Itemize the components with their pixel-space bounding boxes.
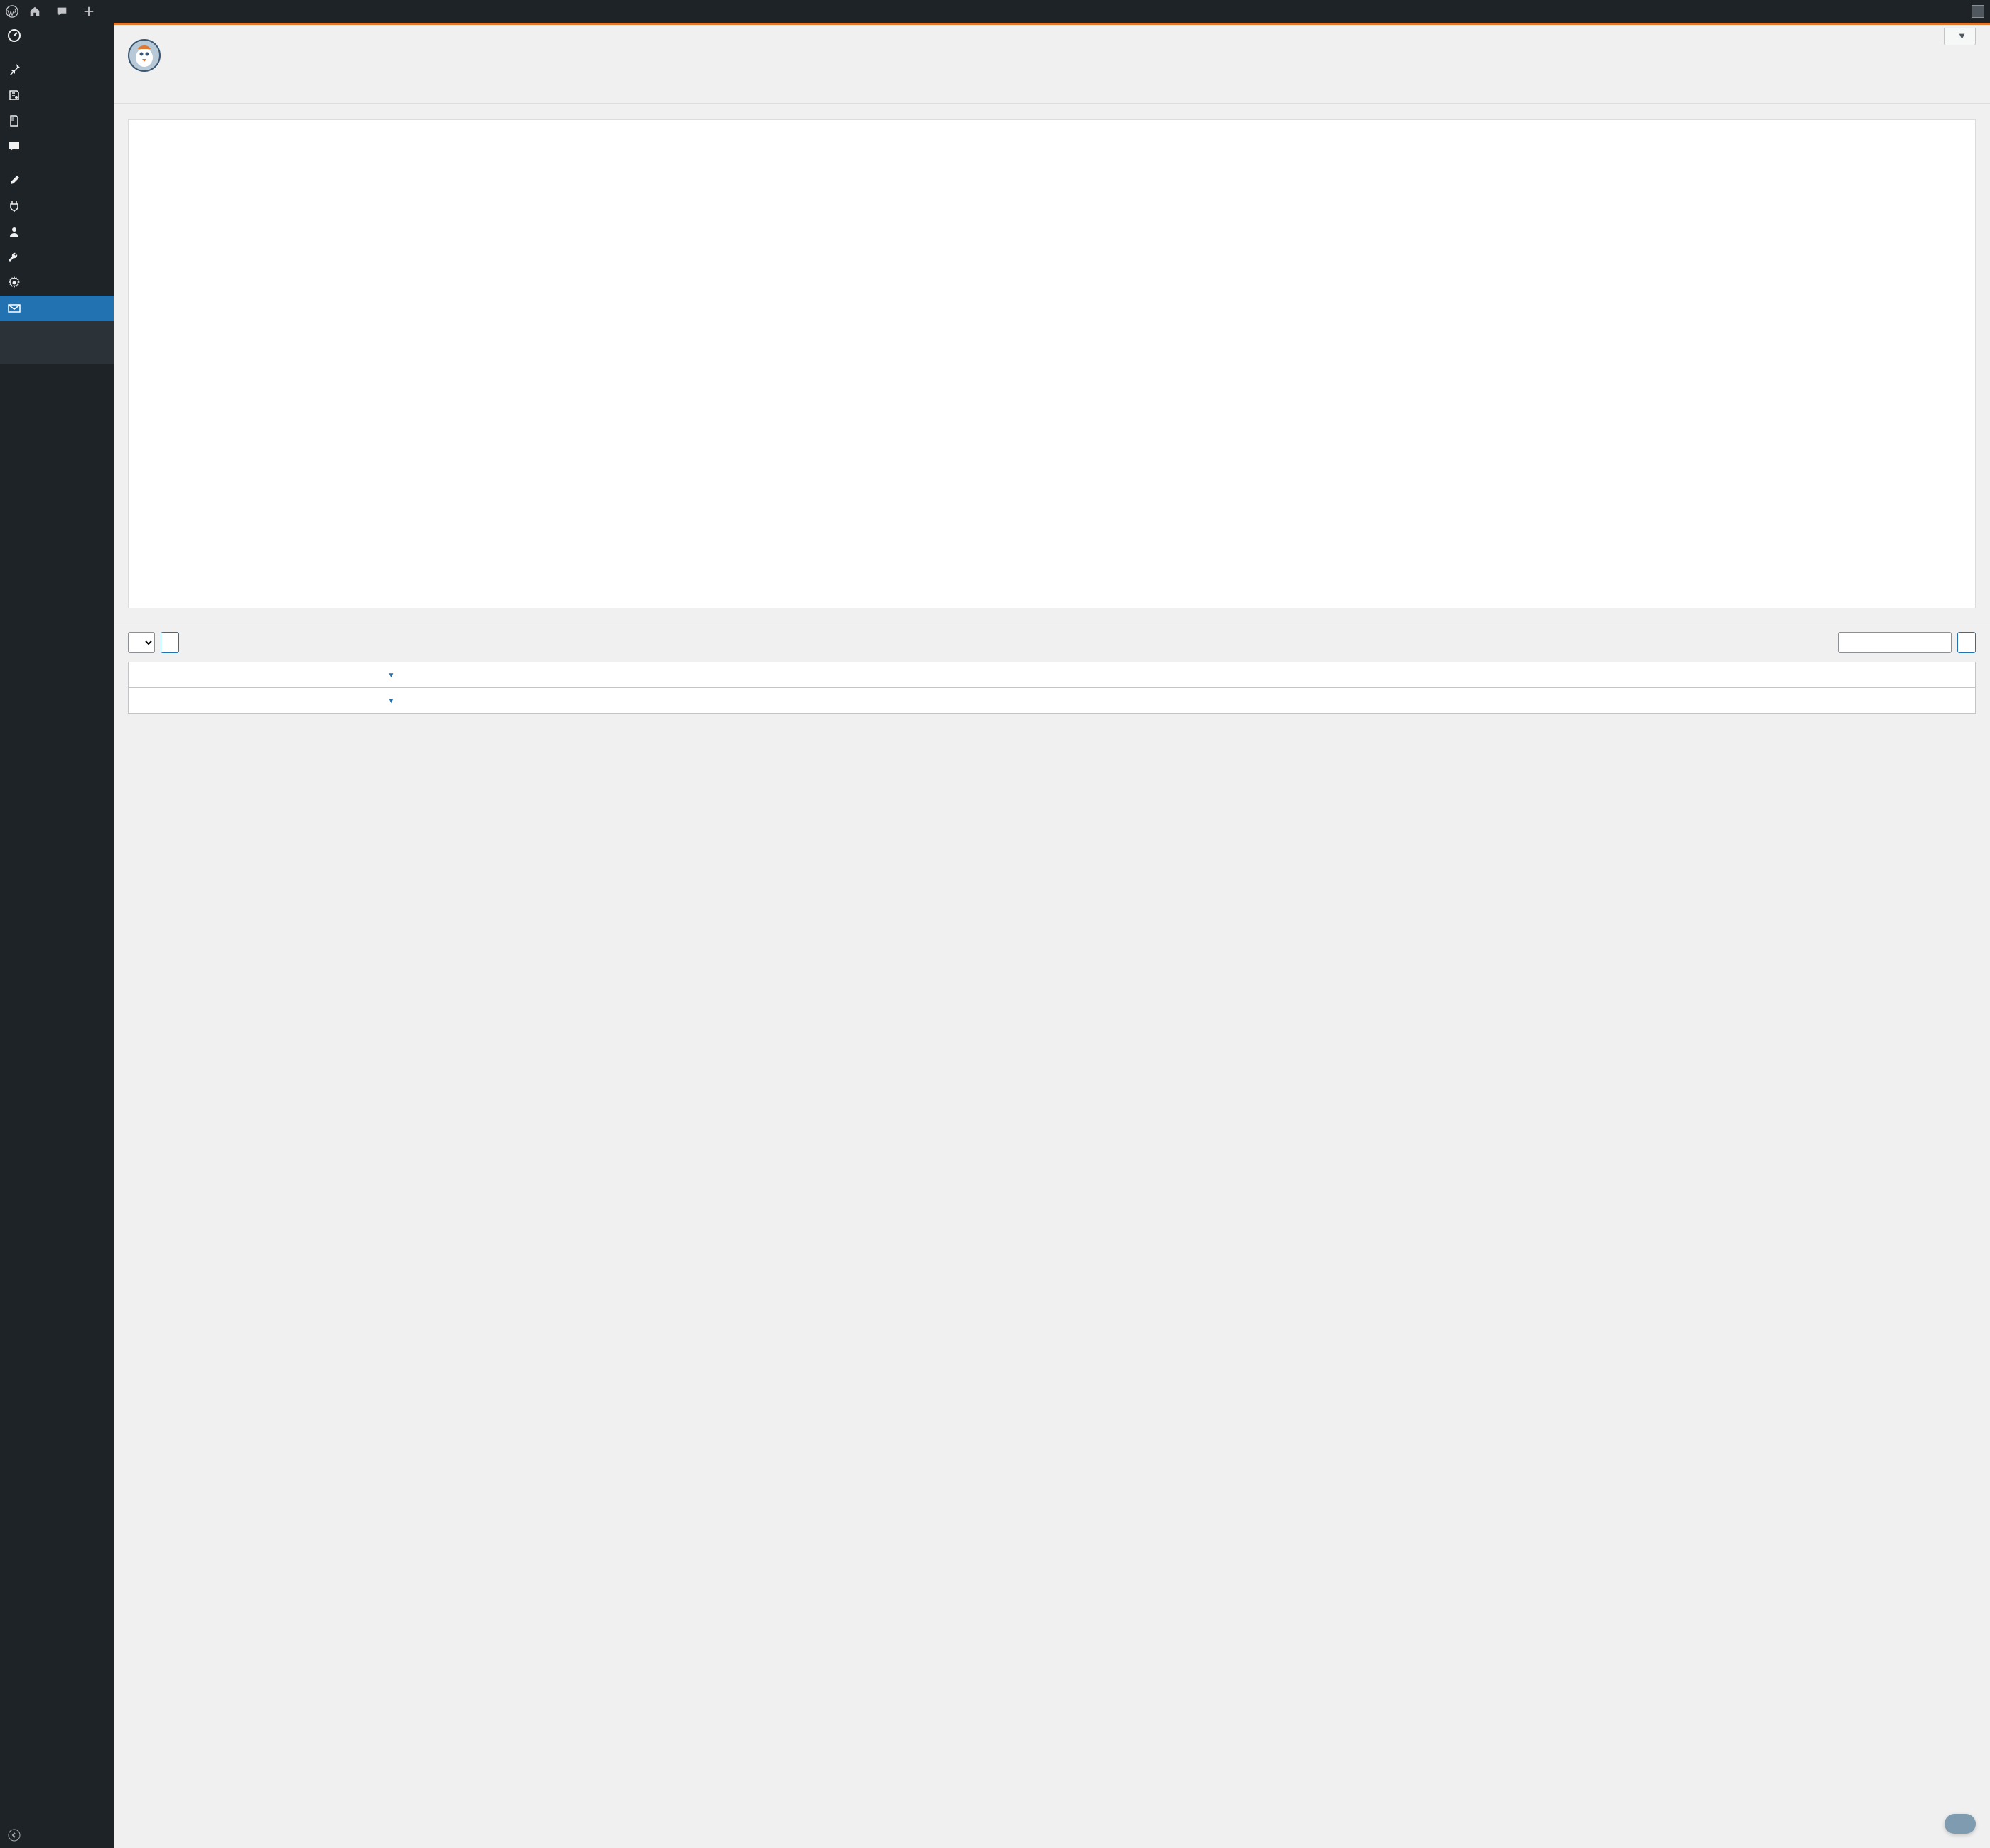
col-open-count[interactable] xyxy=(1239,688,1483,714)
wordpress-icon xyxy=(6,5,18,18)
col-subject[interactable] xyxy=(129,688,377,714)
collapse-menu-button[interactable] xyxy=(0,1822,114,1848)
filter-button[interactable] xyxy=(161,632,179,653)
col-open-count[interactable] xyxy=(1239,662,1483,688)
chart-panel xyxy=(114,103,1990,623)
sidebar-item-users[interactable] xyxy=(0,219,114,245)
dashboard-icon xyxy=(7,28,21,43)
comment-icon xyxy=(7,139,21,154)
col-total[interactable]: ▼ xyxy=(377,662,752,688)
wp-logo[interactable] xyxy=(6,5,18,18)
col-click-count[interactable] xyxy=(1483,688,1727,714)
comments-link[interactable] xyxy=(55,5,72,18)
site-name-link[interactable] xyxy=(28,5,45,18)
submenu-email-reports[interactable] xyxy=(0,338,114,347)
filter-row xyxy=(114,623,1990,662)
submenu-tools[interactable] xyxy=(0,347,114,355)
sidebar-item-comments[interactable] xyxy=(0,134,114,159)
sidebar-item-plugins[interactable] xyxy=(0,193,114,219)
search-input[interactable] xyxy=(1838,632,1952,653)
col-sent[interactable] xyxy=(752,688,996,714)
sidebar-item-media[interactable] xyxy=(0,82,114,108)
reports-table: ▼ ▼ xyxy=(128,662,1976,714)
comment-icon xyxy=(55,5,68,18)
sidebar-item-posts[interactable] xyxy=(0,57,114,82)
chart-container xyxy=(128,119,1976,608)
wrench-icon xyxy=(7,250,21,264)
collapse-icon xyxy=(7,1828,21,1842)
media-icon xyxy=(7,88,21,102)
avatar xyxy=(1972,5,1984,18)
sidebar-item-appearance[interactable] xyxy=(0,168,114,193)
submenu-email-log[interactable] xyxy=(0,330,114,338)
sidebar-item-dashboard[interactable] xyxy=(0,23,114,48)
sidebar-submenu xyxy=(0,321,114,364)
col-graph xyxy=(1726,662,1975,688)
sidebar-item-pages[interactable] xyxy=(0,108,114,134)
admin-sidebar xyxy=(0,23,114,1848)
plus-icon xyxy=(82,5,95,18)
col-failed[interactable] xyxy=(996,662,1239,688)
sidebar-item-wp-mail-smtp[interactable] xyxy=(0,296,114,321)
gear-icon xyxy=(7,276,21,290)
main-content: ▼ xyxy=(114,23,1990,728)
plug-icon xyxy=(7,199,21,213)
new-link[interactable] xyxy=(82,5,100,18)
submenu-about-us[interactable] xyxy=(0,355,114,364)
plugin-logo xyxy=(128,39,161,72)
col-sent[interactable] xyxy=(752,662,996,688)
col-click-count[interactable] xyxy=(1483,662,1727,688)
home-icon xyxy=(28,5,41,18)
plugin-header: ▼ xyxy=(114,25,1990,82)
howdy-user[interactable] xyxy=(1967,5,1984,18)
chevron-down-icon: ▼ xyxy=(1957,31,1967,42)
sort-desc-icon: ▼ xyxy=(388,697,395,705)
line-chart xyxy=(134,129,1969,599)
screen-options-button[interactable]: ▼ xyxy=(1944,28,1976,45)
pin-icon xyxy=(7,63,21,77)
items-count xyxy=(114,714,1990,728)
date-range-select[interactable] xyxy=(128,632,155,653)
user-icon xyxy=(7,225,21,239)
mail-icon xyxy=(7,301,21,316)
col-total[interactable]: ▼ xyxy=(377,688,752,714)
brush-icon xyxy=(7,173,21,188)
col-subject[interactable] xyxy=(129,662,377,688)
submenu-settings[interactable] xyxy=(0,321,114,330)
pro-upgrade-button[interactable] xyxy=(1945,1814,1976,1834)
sidebar-item-tools[interactable] xyxy=(0,245,114,270)
admin-bar xyxy=(0,0,1990,23)
page-icon xyxy=(7,114,21,128)
col-graph xyxy=(1726,688,1975,714)
sort-desc-icon: ▼ xyxy=(388,672,395,679)
col-failed[interactable] xyxy=(996,688,1239,714)
sidebar-item-settings[interactable] xyxy=(0,270,114,296)
search-emails-button[interactable] xyxy=(1957,632,1976,653)
